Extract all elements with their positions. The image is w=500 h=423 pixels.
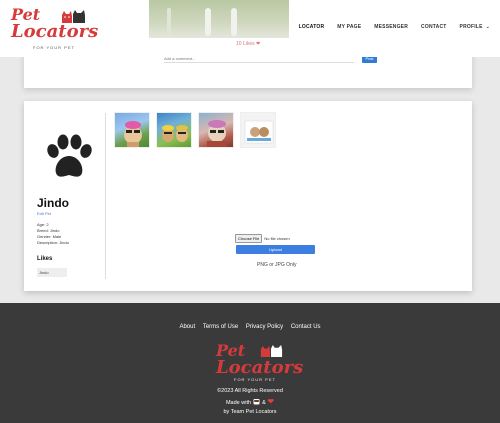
pet-photo-thumbnail[interactable] [240,112,276,148]
team-credit: by Team Pet Locators [223,409,277,415]
pet-profile-card: Jindo Edit Pet Age: 2 Breed: Jindo Gende… [24,101,472,291]
nav-profile-label: PROFILE [459,24,483,30]
chevron-down-icon: ⌄ [485,24,490,30]
dog-photo-icon [162,125,188,142]
nav-contact[interactable]: CONTACT [421,24,446,30]
nav-profile[interactable]: PROFILE ⌄ [460,24,490,30]
dog-leg [167,8,171,36]
file-type-hint: PNG or JPG Only [257,262,297,268]
footer-link-privacy[interactable]: Privacy Policy [246,324,283,330]
pet-photo-gallery [114,112,276,148]
footer-logo-line-2: Locators [216,357,304,378]
pet-name: Jindo [37,196,69,210]
no-file-text: No file chosen [264,236,290,241]
ampersand-text: & [262,399,266,406]
cat-dog-icon [260,344,283,357]
site-logo[interactable]: Pet Locators FOR YOUR PET [11,6,99,50]
vertical-divider [105,113,106,279]
likes-item[interactable]: Jindo [37,268,67,277]
nav-locator[interactable]: LOCATOR [299,24,325,30]
post-photo [149,0,289,38]
main-nav: LOCATOR MY PAGE MESSENGER CONTACT PROFIL… [286,24,490,30]
pet-photo-thumbnail[interactable] [156,112,192,148]
footer-link-contact[interactable]: Contact Us [291,324,321,330]
footer-credits: ©2023 All Rights Reserved Made with & ❤ … [0,387,500,418]
footer-logo: Pet Locators FOR YOUR PET [216,342,303,382]
pet-photo-thumbnail[interactable] [198,112,234,148]
choose-file-button[interactable]: Choose File [235,234,263,243]
logo-line-2: Locators [11,21,99,42]
pet-description: Description: Jindo [37,240,69,245]
dog-photo-icon [244,120,274,144]
pet-photo-thumbnail[interactable] [114,112,150,148]
heart-icon: ❤ [267,396,275,406]
footer-link-terms[interactable]: Terms of Use [203,324,238,330]
dog-leg [231,8,237,36]
cat-dog-icon [62,10,85,23]
file-picker: Choose File No file chosen [235,234,290,243]
made-with-text: Made with [225,399,252,406]
paw-icon [47,134,92,177]
coffee-icon [253,398,260,404]
dog-leg [205,8,211,36]
likes-heading: Likes [37,256,53,262]
footer-links: About Terms of Use Privacy Policy Contac… [0,324,500,330]
site-footer: About Terms of Use Privacy Policy Contac… [0,303,500,423]
footer-link-about[interactable]: About [179,324,195,330]
nav-my-page[interactable]: MY PAGE [337,24,361,30]
upload-button[interactable]: Upload [236,245,315,254]
dog-photo-icon [207,120,227,147]
dog-photo-icon [124,121,142,147]
made-with-line: Made with & ❤ [0,397,500,409]
pet-details: Age: 2 Breed: Jindo Gender: Male Descrip… [37,222,69,246]
nav-messenger[interactable]: MESSENGER [374,24,408,30]
post-likes-count[interactable]: 10 Likes ❤ [236,41,260,47]
logo-tagline: FOR YOUR PET [33,45,75,50]
copyright-text: ©2023 All Rights Reserved [217,388,283,394]
edit-pet-link[interactable]: Edit Pet [37,211,51,216]
footer-logo-tagline: FOR YOUR PET [234,377,276,382]
